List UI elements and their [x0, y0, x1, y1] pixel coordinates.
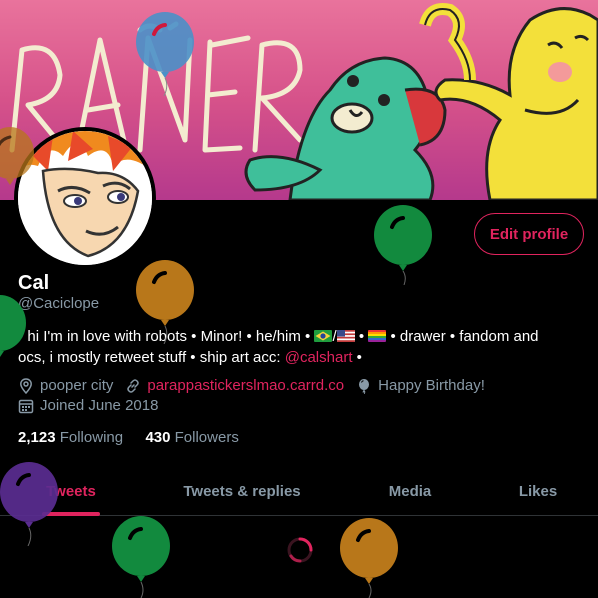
tab-likes[interactable]: Likes: [478, 466, 598, 516]
profile-meta-row: pooper city parappastickerslmao.carrd.co…: [18, 377, 497, 394]
calendar-icon: [18, 399, 34, 413]
edit-profile-button[interactable]: Edit profile: [474, 213, 584, 255]
rainbow-flag-icon: [368, 330, 387, 342]
us-flag-icon: [336, 330, 355, 342]
profile-tabs: Tweets Tweets & replies Media Likes: [0, 466, 598, 516]
balloon-icon: [359, 378, 370, 394]
birthday-item: Happy Birthday!: [356, 377, 485, 394]
followers-count: 430: [145, 429, 171, 446]
balloon-icon: [340, 518, 398, 598]
bio-end: •: [352, 349, 362, 366]
birthday-text: Happy Birthday!: [378, 377, 485, 394]
balloon-icon: [0, 127, 34, 185]
balloon-icon: [136, 260, 194, 344]
following-label: Following: [59, 429, 124, 446]
following-count: 2,123: [18, 429, 56, 446]
location-text: pooper city: [40, 377, 114, 394]
tab-media[interactable]: Media: [342, 466, 478, 516]
joined-item: Joined June 2018: [18, 397, 158, 414]
display-name: Cal: [18, 272, 50, 294]
balloon-icon: [112, 516, 170, 598]
joined-text: Joined June 2018: [40, 397, 159, 414]
balloon-icon: [0, 295, 26, 357]
balloon-icon: [0, 462, 58, 546]
followers-link[interactable]: 430 Followers: [145, 429, 238, 446]
website-item[interactable]: parappastickerslmao.carrd.co: [125, 377, 344, 394]
profile-meta-row-2: Joined June 2018: [18, 397, 170, 414]
location-item: pooper city: [18, 377, 113, 394]
tab-tweets-replies[interactable]: Tweets & replies: [142, 466, 342, 516]
bio-text-line2: ocs, i mostly retweet stuff • ship art a…: [18, 349, 285, 366]
bio-bullet: •: [358, 328, 365, 345]
brazil-flag-icon: [314, 330, 333, 342]
profile-bio: • hi I'm in love with robots • Minor! • …: [18, 326, 583, 368]
followers-label: Followers: [174, 429, 239, 446]
location-pin-icon: [20, 377, 32, 394]
follow-stats: 2,123 Following 430 Followers: [18, 429, 239, 446]
website-link[interactable]: parappastickerslmao.carrd.co: [147, 377, 344, 394]
following-link[interactable]: 2,123 Following: [18, 429, 123, 446]
loading-spinner-icon: [287, 537, 313, 563]
balloon-icon: [374, 205, 432, 285]
link-icon: [127, 378, 140, 393]
bio-mention-link[interactable]: @calshart: [285, 349, 353, 366]
user-handle: @Caciclope: [18, 295, 100, 312]
balloon-icon: [136, 12, 194, 96]
bio-text-continued: • drawer • fandom and: [390, 328, 539, 345]
